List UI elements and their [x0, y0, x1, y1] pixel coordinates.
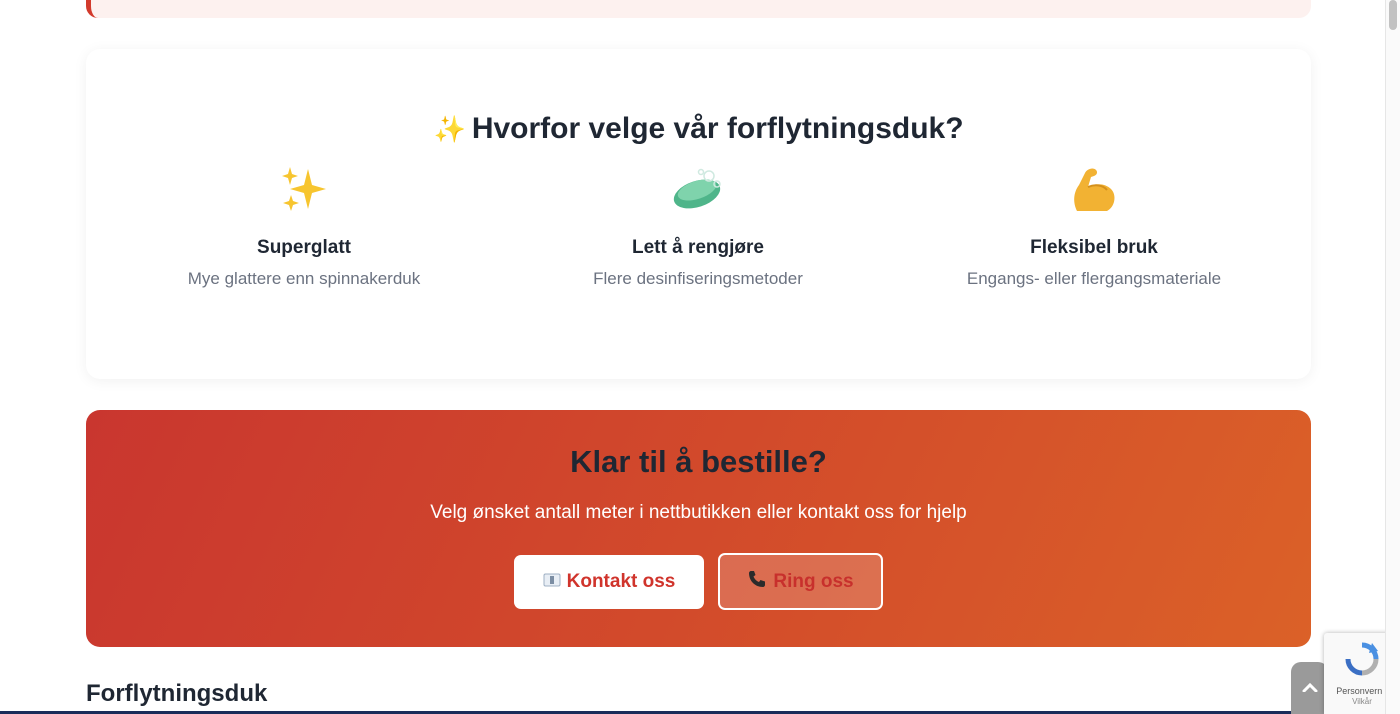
recaptcha-label[interactable]: Personvern - [1336, 686, 1388, 696]
call-button[interactable]: Ring oss [718, 553, 883, 610]
feature-rengjore: Lett å rengjøre Flere desinfiseringsmeto… [508, 161, 888, 289]
sparkles-icon: ✨ [433, 113, 466, 144]
feature-superglatt: Superglatt Mye glattere enn spinnakerduk [114, 161, 494, 289]
page-scrollbar[interactable] [1385, 0, 1400, 714]
feature-description: Engangs- eller flergangsmateriale [966, 269, 1222, 288]
sparkles-icon [278, 161, 330, 217]
feature-title: Fleksibel bruk [1030, 237, 1158, 258]
feature-description: Mye glattere enn spinnakerduk [187, 269, 421, 288]
feature-title: Superglatt [257, 237, 351, 258]
envelope-icon [543, 571, 561, 593]
features-title-text: Hvorfor velge vår forflytningsduk? [471, 112, 964, 145]
features-title: ✨ Hvorfor velge vår forflytningsduk? [86, 112, 1311, 146]
recaptcha-terms[interactable]: Vilkår [1352, 697, 1372, 706]
scroll-to-top-button[interactable] [1291, 662, 1328, 714]
features-section: ✨ Hvorfor velge vår forflytningsduk? Sup… [86, 49, 1311, 379]
chevron-up-icon [1302, 679, 1318, 697]
flexed-biceps-icon [1069, 161, 1119, 217]
feature-title: Lett å rengjøre [632, 237, 764, 258]
soap-icon [671, 161, 725, 217]
order-cta: Klar til å bestille? Velg ønsket antall … [86, 410, 1311, 647]
contact-button[interactable]: Kontakt oss [514, 555, 704, 609]
page: ✨ Hvorfor velge vår forflytningsduk? Sup… [0, 0, 1400, 714]
feature-description: Flere desinfiseringsmetoder [593, 269, 803, 288]
cta-title: Klar til å bestille? [570, 444, 827, 479]
recaptcha-icon [1342, 641, 1382, 682]
contact-button-label: Kontakt oss [566, 571, 676, 592]
phone-icon [747, 569, 767, 595]
notice-card [86, 0, 1311, 18]
scrollbar-thumb[interactable] [1389, 0, 1397, 30]
call-button-label: Ring oss [773, 570, 854, 592]
feature-fleksibel: Fleksibel bruk Engangs- eller flergangsm… [904, 161, 1284, 289]
cta-subtitle: Velg ønsket antall meter i nettbutikken … [430, 502, 967, 523]
section-heading: Forflytningsduk [86, 680, 268, 707]
